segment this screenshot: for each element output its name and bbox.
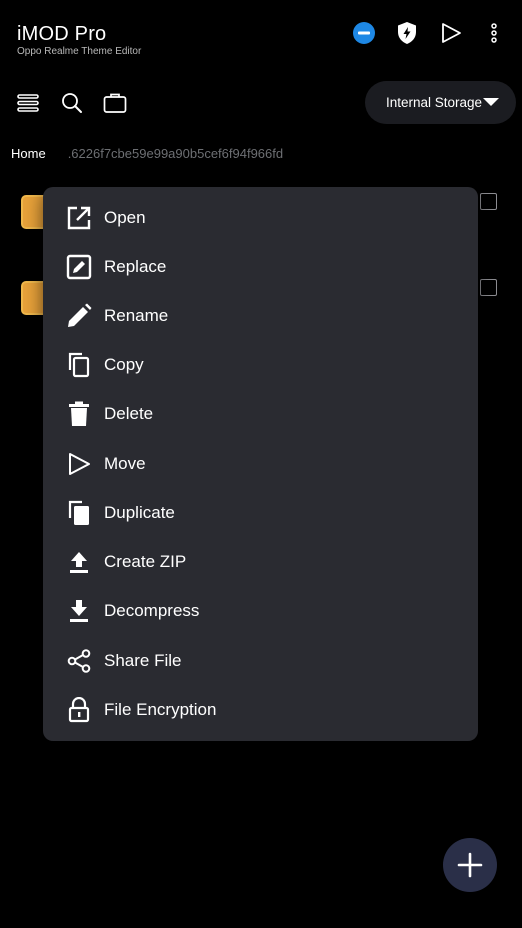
menu-item-label: Decompress: [104, 600, 200, 620]
caret-down-icon: [483, 98, 499, 106]
menu-item-share-file[interactable]: Share File: [43, 636, 478, 685]
context-menu: Open Replace Rename Copy Delete Move Dup…: [43, 187, 478, 741]
move-arrow-icon: [65, 450, 93, 478]
minus-circle-icon[interactable]: [349, 18, 379, 48]
search-icon[interactable]: [57, 88, 87, 118]
menu-item-decompress[interactable]: Decompress: [43, 586, 478, 635]
menu-item-delete[interactable]: Delete: [43, 389, 478, 438]
menu-item-label: Create ZIP: [104, 551, 187, 571]
menu-item-label: Replace: [104, 256, 167, 276]
menu-item-create-zip[interactable]: Create ZIP: [43, 537, 478, 586]
menu-item-label: Copy: [104, 354, 144, 374]
app-subtitle: Oppo Realme Theme Editor: [17, 46, 142, 57]
menu-item-label: Open: [104, 207, 146, 227]
copy-icon: [65, 351, 93, 379]
app-bar: iMOD Pro Oppo Realme Theme Editor: [0, 0, 522, 80]
lock-icon: [65, 696, 93, 724]
menu-item-label: File Encryption: [104, 699, 217, 719]
menu-item-label: Delete: [104, 403, 154, 423]
menu-lines-icon[interactable]: [13, 88, 43, 118]
menu-item-duplicate[interactable]: Duplicate: [43, 488, 478, 537]
menu-item-move[interactable]: Move: [43, 439, 478, 488]
briefcase-icon[interactable]: [100, 88, 130, 118]
download-icon: [65, 597, 93, 625]
add-fab-button[interactable]: [443, 838, 497, 892]
menu-item-label: Share File: [104, 650, 182, 670]
storage-label: Internal Storage: [386, 95, 483, 110]
shield-bolt-icon[interactable]: [392, 18, 422, 48]
more-vert-icon[interactable]: [479, 18, 509, 48]
menu-item-label: Move: [104, 453, 146, 473]
trash-icon: [65, 400, 93, 428]
duplicate-icon: [65, 499, 93, 527]
pencil-icon: [65, 302, 93, 330]
menu-item-label: Duplicate: [104, 502, 175, 522]
menu-item-file-encryption[interactable]: File Encryption: [43, 685, 478, 734]
menu-item-rename[interactable]: Rename: [43, 291, 478, 340]
breadcrumb: Home .6226f7cbe59e99a90b5cef6f94f966fd: [11, 146, 283, 161]
edit-icon[interactable]: [480, 193, 497, 210]
app-title: iMOD Pro: [17, 23, 107, 45]
upload-icon: [65, 548, 93, 576]
breadcrumb-path[interactable]: .6226f7cbe59e99a90b5cef6f94f966fd: [68, 146, 283, 161]
menu-item-copy[interactable]: Copy: [43, 340, 478, 389]
menu-item-replace[interactable]: Replace: [43, 242, 478, 291]
open-external-icon: [65, 204, 93, 232]
menu-item-open[interactable]: Open: [43, 193, 478, 242]
edit-icon[interactable]: [480, 279, 497, 296]
breadcrumb-home[interactable]: Home: [11, 146, 46, 161]
share-icon: [65, 647, 93, 675]
replace-edit-icon: [65, 253, 93, 281]
storage-select[interactable]: Internal Storage: [365, 81, 516, 124]
play-icon[interactable]: [436, 18, 466, 48]
menu-item-label: Rename: [104, 305, 169, 325]
plus-icon: [457, 852, 483, 878]
